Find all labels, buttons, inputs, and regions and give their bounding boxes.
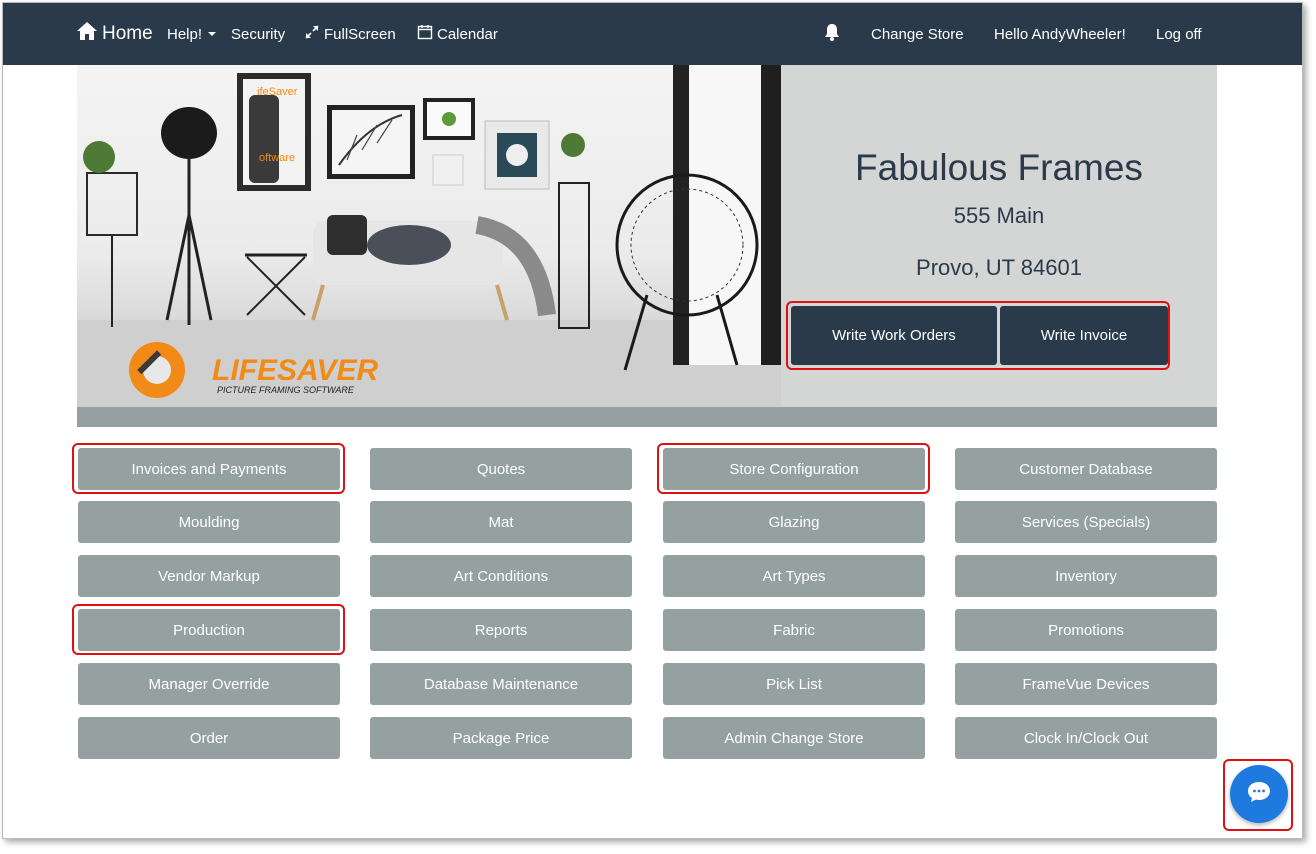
top-navbar: Home Help! Security FullScreen Calendar: [3, 3, 1302, 65]
app-window: Home Help! Security FullScreen Calendar: [2, 2, 1303, 839]
menu-database-maintenance[interactable]: Database Maintenance: [370, 663, 632, 705]
menu-art-types[interactable]: Art Types: [663, 555, 925, 597]
living-room-illustration: ifeSaver oftware LIFESAVER PICTURE FRAMI…: [77, 65, 781, 407]
nav-logoff-label: Log off: [1156, 25, 1202, 43]
nav-security[interactable]: Security: [231, 3, 285, 65]
menu-admin-change-store[interactable]: Admin Change Store: [663, 717, 925, 759]
write-work-orders-button[interactable]: Write Work Orders: [791, 306, 997, 365]
calendar-icon: [417, 24, 437, 44]
menu-pick-list[interactable]: Pick List: [663, 663, 925, 705]
menu-glazing[interactable]: Glazing: [663, 501, 925, 543]
menu-order[interactable]: Order: [78, 717, 340, 759]
menu-customer-database[interactable]: Customer Database: [955, 448, 1217, 490]
nav-security-label: Security: [231, 25, 286, 43]
store-address-line2: Provo, UT 84601: [916, 255, 1082, 280]
menu-inventory[interactable]: Inventory: [955, 555, 1217, 597]
nav-help-dropdown[interactable]: Help!: [167, 3, 217, 65]
menu-reports[interactable]: Reports: [370, 609, 632, 651]
store-info-panel: Fabulous Frames 555 Main Provo, UT 84601…: [781, 65, 1217, 407]
primary-actions-highlight: Write Work Orders Write Invoice: [786, 301, 1170, 370]
menu-mat[interactable]: Mat: [370, 501, 632, 543]
home-icon: [76, 21, 102, 47]
store-name: Fabulous Frames: [855, 147, 1143, 188]
menu-promotions[interactable]: Promotions: [955, 609, 1217, 651]
menu-fabric[interactable]: Fabric: [663, 609, 925, 651]
nav-logoff[interactable]: Log off: [1156, 3, 1202, 65]
nav-change-store[interactable]: Change Store: [871, 3, 964, 65]
menu-quotes[interactable]: Quotes: [370, 448, 632, 490]
menu-clock-in-out[interactable]: Clock In/Clock Out: [955, 717, 1217, 759]
menu-art-conditions[interactable]: Art Conditions: [370, 555, 632, 597]
expand-icon: [304, 24, 324, 44]
svg-text:ifeSaver: ifeSaver: [257, 86, 298, 98]
menu-package-price[interactable]: Package Price: [370, 717, 632, 759]
notifications-button[interactable]: [823, 3, 845, 65]
svg-text:oftware: oftware: [259, 152, 295, 164]
bell-icon: [823, 22, 845, 46]
hero-image: ifeSaver oftware LIFESAVER PICTURE FRAMI…: [77, 65, 781, 407]
menu-invoices-payments[interactable]: Invoices and Payments: [78, 448, 340, 490]
write-invoice-button[interactable]: Write Invoice: [1000, 306, 1168, 365]
nav-calendar[interactable]: Calendar: [417, 3, 498, 65]
chat-bubble-icon: [1246, 780, 1272, 809]
chat-button[interactable]: [1230, 765, 1288, 823]
nav-home[interactable]: Home: [76, 3, 153, 65]
svg-text:LIFESAVER: LIFESAVER: [212, 354, 378, 387]
menu-store-configuration[interactable]: Store Configuration: [663, 448, 925, 490]
nav-fullscreen[interactable]: FullScreen: [304, 3, 396, 65]
nav-change-store-label: Change Store: [871, 25, 964, 43]
nav-fullscreen-label: FullScreen: [324, 25, 396, 43]
caret-down-icon: [208, 32, 217, 36]
nav-user-greeting[interactable]: Hello AndyWheeler!: [994, 3, 1126, 65]
menu-vendor-markup[interactable]: Vendor Markup: [78, 555, 340, 597]
svg-text:PICTURE FRAMING SOFTWARE: PICTURE FRAMING SOFTWARE: [217, 385, 355, 395]
hero-divider: [77, 407, 1217, 427]
menu-framevue-devices[interactable]: FrameVue Devices: [955, 663, 1217, 705]
store-address-line1: 555 Main: [953, 203, 1045, 228]
nav-home-label: Home: [102, 23, 153, 44]
menu-manager-override[interactable]: Manager Override: [78, 663, 340, 705]
nav-calendar-label: Calendar: [437, 25, 498, 43]
nav-help-label: Help!: [167, 25, 203, 43]
menu-services-specials[interactable]: Services (Specials): [955, 501, 1217, 543]
nav-hello-label: Hello AndyWheeler!: [994, 25, 1126, 43]
menu-moulding[interactable]: Moulding: [78, 501, 340, 543]
menu-production[interactable]: Production: [78, 609, 340, 651]
